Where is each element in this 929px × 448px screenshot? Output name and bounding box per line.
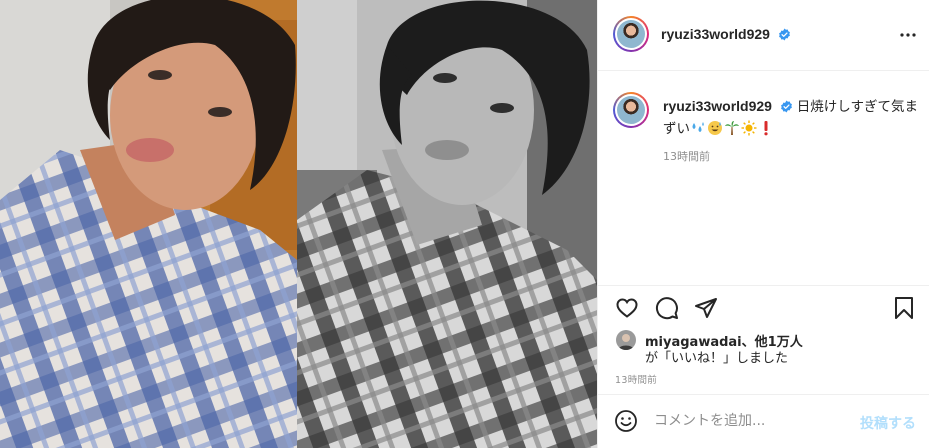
caption-avatar[interactable]: [613, 92, 649, 128]
caption-timestamp: 13時間前: [663, 150, 710, 163]
post-photo-color[interactable]: [0, 0, 297, 448]
post-header: ryuzi33world929: [598, 0, 929, 71]
liker-avatar-image: [616, 330, 636, 350]
caption-username[interactable]: ryuzi33world929: [663, 98, 772, 114]
verified-badge-icon: [780, 100, 792, 113]
share-direct-icon[interactable]: [694, 296, 718, 320]
post-timestamp[interactable]: 13時間前: [615, 372, 657, 386]
palm-tree-icon: [725, 121, 739, 135]
exclamation-icon: [764, 121, 768, 136]
post-details-panel: ryuzi33world929 ryuzi33world929 日焼けしすぎて気…: [597, 0, 929, 448]
comment-bar: 投稿する: [598, 394, 929, 448]
photo-color-image: [0, 0, 297, 448]
likes-summary: miyagawadai、他1万人 が「いいね！」しました: [598, 328, 929, 368]
comment-bubble-icon[interactable]: [655, 296, 679, 320]
save-bookmark-icon[interactable]: [892, 296, 916, 320]
comment-input[interactable]: [654, 411, 854, 431]
author-avatar[interactable]: [613, 16, 649, 52]
verified-badge-icon: [778, 28, 790, 41]
emoji-picker-icon[interactable]: [614, 409, 638, 433]
author-username-row: ryuzi33world929: [661, 26, 791, 42]
like-heart-icon[interactable]: [615, 296, 639, 320]
sweat-drops-icon: [692, 122, 704, 132]
grinning-sweat-face-icon: [708, 121, 722, 135]
post-comment-button[interactable]: 投稿する: [860, 413, 916, 433]
photo-bw-image: [297, 0, 597, 448]
caption-block: ryuzi33world929 日焼けしすぎて気まずい 13時間前: [598, 72, 929, 292]
author-username[interactable]: ryuzi33world929: [661, 26, 770, 42]
sun-icon: [741, 120, 757, 136]
action-bar: [598, 285, 929, 329]
post-photo-bw[interactable]: [297, 0, 597, 448]
caption-text: ryuzi33world929 日焼けしすぎて気まずい: [663, 96, 918, 140]
likes-text-line2: が「いいね！」しました: [645, 351, 789, 366]
more-options-icon[interactable]: [900, 27, 916, 43]
liker-avatar[interactable]: [616, 330, 636, 350]
